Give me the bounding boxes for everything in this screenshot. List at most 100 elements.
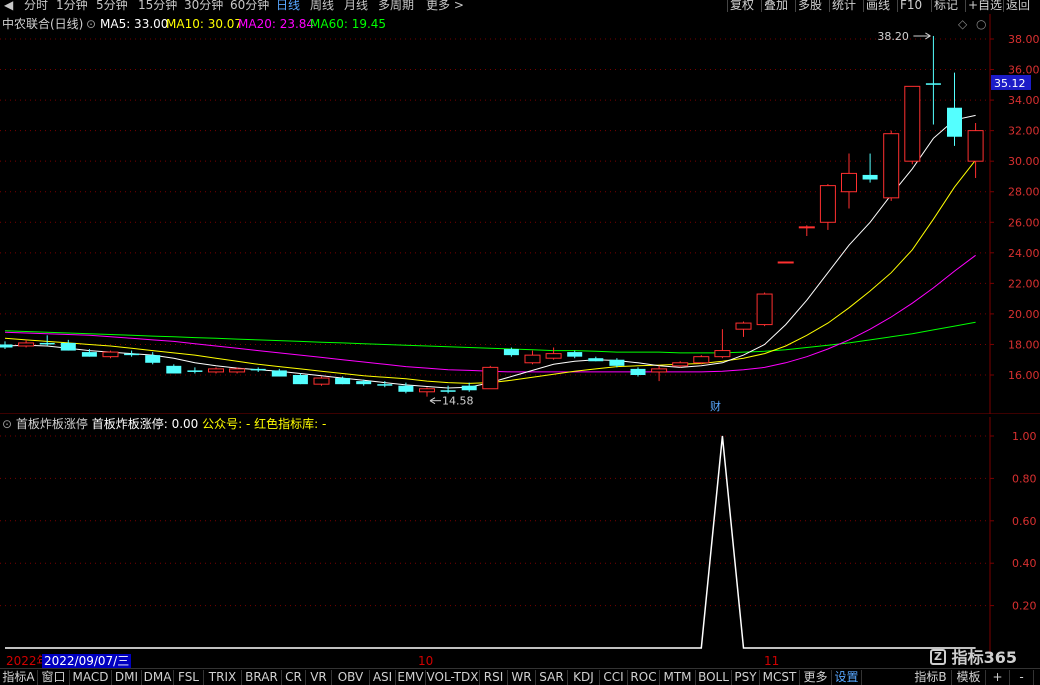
candle[interactable] bbox=[651, 365, 668, 382]
indicator-tab-7[interactable]: BRAR bbox=[242, 670, 282, 685]
toolbar-button-6[interactable]: 标记 bbox=[934, 0, 958, 12]
candle[interactable] bbox=[925, 35, 941, 125]
toolbar-button-2[interactable]: 多股 bbox=[798, 0, 822, 12]
indicator-tab-17[interactable]: KDJ bbox=[568, 670, 600, 685]
right-tab-2[interactable]: + bbox=[986, 670, 1010, 685]
indicator-tab-18[interactable]: CCI bbox=[600, 670, 628, 685]
period-tab-0[interactable]: 分时 bbox=[24, 0, 48, 12]
right-tab-0[interactable]: 指标B bbox=[910, 670, 952, 685]
candle[interactable] bbox=[630, 367, 646, 377]
indicator-tab-3[interactable]: DMI bbox=[112, 670, 142, 685]
kline-chart[interactable]: 38.00 36.00 34.00 32.00 30.00 28.00 26.00 24.00… bbox=[0, 14, 1040, 414]
candle[interactable] bbox=[482, 365, 499, 390]
indicator-tab-24[interactable]: 更多 bbox=[800, 670, 832, 685]
diamond-icon[interactable]: ◇ bbox=[958, 17, 967, 31]
candle[interactable] bbox=[819, 184, 836, 230]
right-tab-3[interactable]: - bbox=[1010, 670, 1034, 685]
candle[interactable] bbox=[798, 225, 815, 237]
candle[interactable] bbox=[693, 355, 710, 365]
indicator-tab-25[interactable]: 设置 bbox=[832, 670, 862, 685]
indicator-tab-1[interactable]: 窗口 bbox=[38, 670, 70, 685]
indicator-tab-10[interactable]: OBV bbox=[332, 670, 370, 685]
finance-marker[interactable]: 财 bbox=[710, 399, 721, 413]
indicator-chart[interactable]: 1.00 0.80 0.60 0.40 0.20 bbox=[0, 417, 1040, 654]
period-tab-2[interactable]: 5分钟 bbox=[96, 0, 128, 12]
candle[interactable] bbox=[756, 292, 773, 327]
nav-prev-icon[interactable]: ◀ bbox=[4, 0, 13, 12]
period-tab-7[interactable]: 周线 bbox=[310, 0, 334, 12]
indicator-tab-14[interactable]: RSI bbox=[480, 670, 508, 685]
indicator-tab-13[interactable]: VOL-TDX bbox=[426, 670, 480, 685]
candle[interactable] bbox=[567, 350, 583, 359]
candle[interactable] bbox=[714, 329, 731, 359]
candle[interactable] bbox=[419, 387, 435, 397]
candle[interactable] bbox=[524, 350, 541, 365]
candle-body bbox=[947, 107, 962, 137]
toolbar-button-3[interactable]: 统计 bbox=[832, 0, 856, 12]
candle[interactable] bbox=[841, 153, 857, 209]
indicator-tick-label: 1.00 bbox=[1012, 430, 1037, 443]
indicator-tab-0[interactable]: 指标A bbox=[0, 670, 38, 685]
period-tab-9[interactable]: 多周期 bbox=[378, 0, 414, 12]
indicator-tab-6[interactable]: TRIX bbox=[204, 670, 242, 685]
toolbar-button-0[interactable]: 复权 bbox=[730, 0, 754, 12]
candle[interactable] bbox=[187, 367, 203, 374]
candle[interactable] bbox=[461, 382, 477, 392]
candle[interactable] bbox=[102, 350, 119, 359]
period-tab-5[interactable]: 60分钟 bbox=[230, 0, 269, 12]
candle[interactable] bbox=[440, 385, 456, 394]
indicator-tab-16[interactable]: SAR bbox=[536, 670, 568, 685]
candle[interactable] bbox=[545, 347, 562, 360]
indicator-tab-9[interactable]: VR bbox=[306, 670, 332, 685]
candle-body bbox=[714, 350, 731, 358]
candle[interactable] bbox=[672, 361, 689, 368]
candle[interactable] bbox=[60, 339, 76, 351]
candle-body bbox=[60, 342, 76, 351]
candle[interactable] bbox=[208, 367, 224, 374]
indicator-tab-2[interactable]: MACD bbox=[70, 670, 112, 685]
period-tab-3[interactable]: 15分钟 bbox=[138, 0, 177, 12]
toolbar-button-8[interactable]: 返回 bbox=[1006, 0, 1030, 12]
indicator-tab-15[interactable]: WR bbox=[508, 670, 536, 685]
candle[interactable] bbox=[947, 72, 962, 146]
right-tab-1[interactable]: 模板 bbox=[952, 670, 986, 685]
candle[interactable] bbox=[904, 85, 921, 165]
period-tab-10[interactable]: 更多 > bbox=[426, 0, 464, 12]
candle[interactable] bbox=[313, 376, 330, 386]
candle[interactable] bbox=[883, 130, 900, 201]
period-tab-6[interactable]: 日线 bbox=[276, 0, 300, 12]
indicator-tab-5[interactable]: FSL bbox=[174, 670, 204, 685]
candle[interactable] bbox=[0, 341, 13, 350]
toolbar-button-7[interactable]: +自选 bbox=[968, 0, 1002, 12]
toolbar-button-5[interactable]: F10 bbox=[900, 0, 922, 12]
settings-icon[interactable]: ⊙ bbox=[86, 17, 96, 31]
candle[interactable] bbox=[588, 356, 604, 362]
indicator-tab-8[interactable]: CR bbox=[282, 670, 306, 685]
indicator-tab-12[interactable]: EMV bbox=[396, 670, 426, 685]
indicator-tab-19[interactable]: ROC bbox=[628, 670, 660, 685]
toolbar-button-4[interactable]: 画线 bbox=[866, 0, 890, 12]
period-tab-1[interactable]: 1分钟 bbox=[56, 0, 88, 12]
candle[interactable] bbox=[271, 368, 287, 377]
candle[interactable] bbox=[967, 123, 984, 178]
toolbar-separator bbox=[863, 0, 864, 12]
indicator-tab-4[interactable]: DMA bbox=[142, 670, 174, 685]
close-icon[interactable]: ○ bbox=[976, 17, 986, 31]
candle[interactable] bbox=[250, 367, 266, 372]
candle[interactable] bbox=[166, 364, 182, 374]
indicator-tab-11[interactable]: ASI bbox=[370, 670, 396, 685]
indicator-tab-21[interactable]: BOLL bbox=[696, 670, 732, 685]
candle[interactable] bbox=[18, 339, 35, 348]
indicator-tab-22[interactable]: PSY bbox=[732, 670, 760, 685]
indicator-tab-23[interactable]: MCST bbox=[760, 670, 800, 685]
candle[interactable] bbox=[777, 261, 794, 264]
indicator-tab-20[interactable]: MTM bbox=[660, 670, 696, 685]
period-tab-4[interactable]: 30分钟 bbox=[184, 0, 223, 12]
candle[interactable] bbox=[862, 153, 878, 183]
period-tab-8[interactable]: 月线 bbox=[344, 0, 368, 12]
candle[interactable] bbox=[292, 373, 308, 385]
candle[interactable] bbox=[735, 321, 752, 337]
toolbar-button-1[interactable]: 叠加 bbox=[764, 0, 788, 12]
candle[interactable] bbox=[145, 352, 161, 365]
indicator-close-icon[interactable]: ⊙ bbox=[2, 417, 12, 431]
